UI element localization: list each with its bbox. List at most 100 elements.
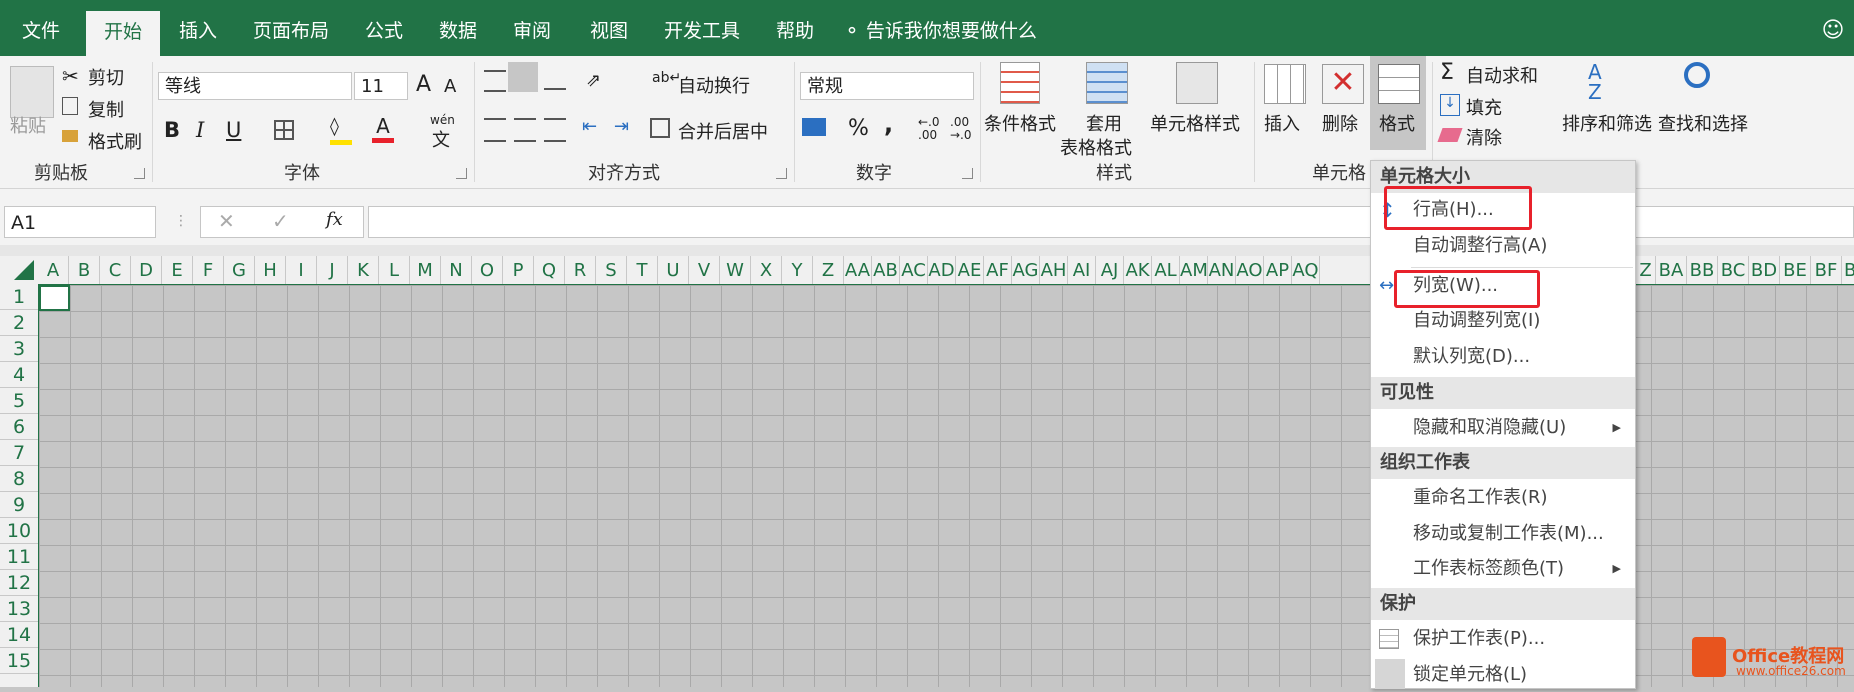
column-header[interactable]: C	[100, 256, 131, 284]
column-header[interactable]: W	[720, 256, 751, 284]
enter-icon[interactable]: ✓	[272, 209, 289, 233]
column-header[interactable]: BC	[1718, 256, 1749, 284]
copy-button[interactable]: 复制	[88, 96, 124, 122]
number-format-combo[interactable]: 常规	[800, 72, 974, 100]
name-box[interactable]: A1	[4, 206, 156, 238]
format-painter-button[interactable]: 格式刷	[88, 128, 142, 154]
column-header[interactable]: AJ	[1096, 256, 1124, 284]
menu-item-move-copy[interactable]: 移动或复制工作表(M)...	[1371, 517, 1635, 551]
merge-center-button[interactable]: 合并后居中	[678, 118, 768, 144]
alignment-launcher-icon[interactable]	[776, 168, 787, 179]
row-header[interactable]: 14	[0, 622, 38, 648]
column-header[interactable]: H	[255, 256, 286, 284]
row-header[interactable]: 5	[0, 388, 38, 414]
font-size-combo[interactable]: 11	[354, 72, 408, 100]
column-header[interactable]: AK	[1124, 256, 1152, 284]
tab-home[interactable]: 开始	[86, 11, 160, 56]
tab-help[interactable]: 帮助	[760, 0, 830, 56]
tab-developer[interactable]: 开发工具	[656, 0, 748, 56]
increase-indent-icon[interactable]: ⇥	[614, 116, 629, 137]
find-select-button[interactable]: 查找和选择	[1658, 110, 1748, 136]
column-header[interactable]: AG	[1012, 256, 1040, 284]
column-header[interactable]: BE	[1780, 256, 1811, 284]
column-header[interactable]: AC	[900, 256, 928, 284]
format-as-table-button[interactable]: 表格格式	[1060, 134, 1132, 160]
borders-icon[interactable]	[274, 120, 294, 140]
bold-button[interactable]: B	[164, 118, 180, 142]
shrink-font-button[interactable]: A	[444, 76, 456, 97]
delete-cells-button[interactable]: 删除	[1322, 110, 1358, 136]
column-header[interactable]: K	[348, 256, 379, 284]
comma-button[interactable]: ,	[884, 110, 893, 138]
column-header[interactable]: Z	[813, 256, 844, 284]
menu-item-tab-color[interactable]: 工作表标签颜色(T) ▶	[1371, 552, 1635, 586]
insert-cells-button[interactable]: 插入	[1264, 110, 1300, 136]
paste-button[interactable]: 粘贴	[10, 112, 46, 138]
column-header[interactable]: BF	[1811, 256, 1842, 284]
column-header[interactable]: T	[627, 256, 658, 284]
column-header[interactable]: AN	[1208, 256, 1236, 284]
column-header[interactable]: AA	[844, 256, 872, 284]
row-header[interactable]: 10	[0, 518, 38, 544]
column-header[interactable]: Q	[534, 256, 565, 284]
align-left-icon[interactable]	[484, 118, 506, 142]
align-bottom-icon[interactable]	[544, 74, 566, 90]
column-header[interactable]: B	[69, 256, 100, 284]
user-icon[interactable]: ☺	[1818, 0, 1848, 56]
row-header[interactable]: 3	[0, 336, 38, 362]
column-header[interactable]: AE	[956, 256, 984, 284]
column-header[interactable]: A	[38, 256, 69, 284]
row-header[interactable]: 8	[0, 466, 38, 492]
column-header[interactable]: AL	[1152, 256, 1180, 284]
column-header[interactable]: N	[441, 256, 472, 284]
column-header[interactable]: U	[658, 256, 689, 284]
column-header[interactable]: AI	[1068, 256, 1096, 284]
row-header[interactable]: 1	[0, 284, 38, 310]
grow-font-button[interactable]: A	[416, 72, 431, 97]
row-header[interactable]: 15	[0, 648, 38, 674]
menu-item-rename[interactable]: 重命名工作表(R)	[1371, 481, 1635, 515]
row-header[interactable]: 6	[0, 414, 38, 440]
column-header[interactable]: F	[193, 256, 224, 284]
tab-insert[interactable]: 插入	[164, 0, 232, 56]
column-header[interactable]: AF	[984, 256, 1012, 284]
row-header[interactable]: 7	[0, 440, 38, 466]
column-header[interactable]: L	[379, 256, 410, 284]
menu-item-autofit-row[interactable]: 自动调整行高(A)	[1371, 229, 1635, 263]
tab-formulas[interactable]: 公式	[352, 0, 416, 56]
clear-button[interactable]: 清除	[1466, 124, 1502, 150]
column-header[interactable]: BG	[1842, 256, 1854, 284]
font-name-combo[interactable]: 等线	[158, 72, 352, 100]
align-center-icon[interactable]	[514, 118, 536, 142]
row-header[interactable]: 13	[0, 596, 38, 622]
row-header[interactable]: 9	[0, 492, 38, 518]
tell-me-box[interactable]: ⚬ 告诉我你想要做什么	[844, 0, 1054, 56]
column-header[interactable]: AM	[1180, 256, 1208, 284]
number-launcher-icon[interactable]	[962, 168, 973, 179]
font-color-icon[interactable]: A	[372, 114, 394, 143]
column-header[interactable]: AP	[1264, 256, 1292, 284]
column-header[interactable]: AQ	[1292, 256, 1320, 284]
column-header[interactable]: AB	[872, 256, 900, 284]
column-header[interactable]: Y	[782, 256, 813, 284]
phonetic-button[interactable]: 文	[432, 126, 450, 152]
conditional-format-button[interactable]: 条件格式	[984, 110, 1056, 136]
menu-item-hide-unhide[interactable]: 隐藏和取消隐藏(U) ▶	[1371, 411, 1635, 445]
active-cell-a1[interactable]	[39, 285, 70, 311]
align-top-icon[interactable]	[484, 70, 506, 92]
column-header[interactable]: AO	[1236, 256, 1264, 284]
currency-icon[interactable]	[802, 118, 826, 136]
format-as-table-label-1[interactable]: 套用	[1086, 110, 1122, 136]
tab-review[interactable]: 审阅	[500, 0, 564, 56]
increase-decimal-icon[interactable]: ←.0.00	[918, 116, 940, 142]
column-header[interactable]: M	[410, 256, 441, 284]
column-header[interactable]: E	[162, 256, 193, 284]
italic-button[interactable]: I	[196, 118, 204, 142]
column-header[interactable]: AD	[928, 256, 956, 284]
column-header[interactable]: R	[565, 256, 596, 284]
autosum-button[interactable]: 自动求和	[1466, 62, 1538, 88]
sort-filter-button[interactable]: 排序和筛选	[1562, 110, 1652, 136]
tab-data[interactable]: 数据	[426, 0, 490, 56]
percent-button[interactable]: %	[848, 116, 869, 141]
select-all-button[interactable]	[0, 256, 38, 284]
